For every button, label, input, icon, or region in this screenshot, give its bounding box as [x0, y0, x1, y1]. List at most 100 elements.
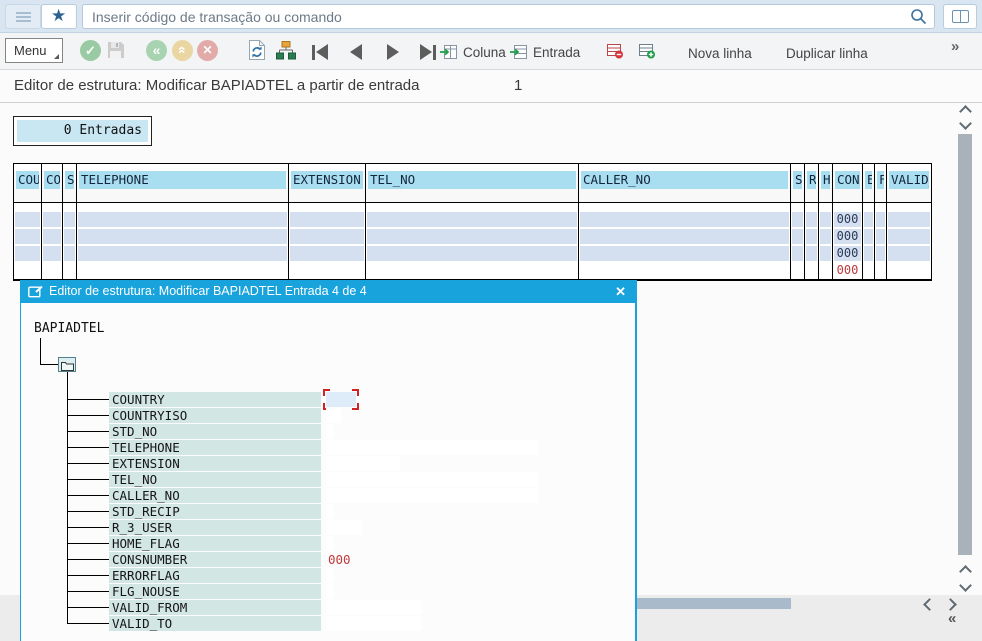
column-header[interactable]: EXTENSION: [289, 171, 365, 203]
first-entry-button[interactable]: [312, 44, 328, 60]
table-cell[interactable]: [290, 212, 364, 227]
field-value-box[interactable]: [326, 440, 538, 455]
table-cell[interactable]: [806, 229, 817, 244]
table-cell[interactable]: [290, 229, 364, 244]
refresh-button[interactable]: [247, 39, 267, 66]
table-cell[interactable]: [64, 246, 75, 261]
back-button[interactable]: «: [146, 40, 167, 61]
field-value-box[interactable]: [326, 456, 400, 471]
field-value[interactable]: 000: [328, 552, 351, 567]
hierarchy-button[interactable]: [276, 41, 296, 65]
table-cell[interactable]: [367, 212, 577, 227]
scroll-up-bottom-icon[interactable]: [959, 565, 972, 578]
field-value-box[interactable]: [326, 584, 333, 599]
table-cell[interactable]: [806, 246, 817, 261]
command-input[interactable]: [82, 4, 935, 29]
table-cell[interactable]: [792, 229, 803, 244]
column-header[interactable]: CO: [42, 171, 62, 203]
field-value-box[interactable]: [326, 488, 538, 503]
table-cell[interactable]: [864, 212, 873, 227]
toolbar-overflow-button[interactable]: »: [951, 38, 959, 55]
table-cell[interactable]: [888, 246, 930, 261]
last-entry-button[interactable]: [420, 44, 436, 60]
save-button[interactable]: [106, 40, 126, 65]
table-cell[interactable]: [367, 263, 577, 278]
table-cell[interactable]: [43, 229, 61, 244]
entry-button[interactable]: Entrada: [510, 42, 580, 62]
table-cell[interactable]: [43, 263, 61, 278]
search-icon[interactable]: [910, 8, 927, 25]
table-cell[interactable]: [367, 246, 577, 261]
field-value-box[interactable]: [326, 472, 538, 487]
delete-row-button[interactable]: [606, 43, 624, 64]
column-header[interactable]: H: [819, 171, 832, 203]
vertical-scrollbar-thumb[interactable]: [958, 134, 972, 555]
menu-button[interactable]: Menu: [5, 38, 63, 63]
field-value-box[interactable]: [326, 504, 333, 519]
next-entry-button[interactable]: [387, 44, 399, 60]
table-cell[interactable]: [792, 212, 803, 227]
table-cell[interactable]: [64, 212, 75, 227]
table-cell[interactable]: 000: [834, 246, 861, 261]
table-cell[interactable]: 000: [834, 212, 861, 227]
favorites-button[interactable]: ★: [41, 4, 77, 29]
exit-button[interactable]: «: [172, 40, 193, 61]
table-cell[interactable]: [15, 246, 40, 261]
column-button[interactable]: Coluna: [440, 42, 506, 62]
column-header[interactable]: TEL_NO: [366, 171, 578, 203]
table-cell[interactable]: [820, 212, 831, 227]
table-cell[interactable]: [876, 212, 885, 227]
table-cell[interactable]: [792, 246, 803, 261]
table-cell[interactable]: [864, 246, 873, 261]
field-value-box[interactable]: [326, 536, 333, 551]
table-cell[interactable]: [864, 263, 873, 278]
table-cell[interactable]: [806, 212, 817, 227]
table-cell[interactable]: [888, 229, 930, 244]
structure-folder-node[interactable]: [58, 357, 76, 372]
table-cell[interactable]: [15, 263, 40, 278]
table-cell[interactable]: 000: [834, 229, 861, 244]
field-value-box[interactable]: [326, 600, 422, 615]
table-cell[interactable]: [15, 212, 40, 227]
table-cell[interactable]: [78, 212, 287, 227]
column-header[interactable]: F: [875, 171, 886, 203]
dialog-title-bar[interactable]: Editor de estrutura: Modificar BAPIADTEL…: [21, 280, 635, 303]
field-value-box[interactable]: [326, 392, 356, 407]
field-value-box[interactable]: [326, 520, 362, 535]
field-value-box[interactable]: [326, 616, 422, 631]
column-header[interactable]: S: [791, 171, 804, 203]
entries-count-box[interactable]: 0 Entradas: [13, 116, 152, 146]
insert-row-button[interactable]: [638, 43, 656, 64]
horizontal-scrollbar-thumb[interactable]: [637, 598, 791, 609]
table-cell[interactable]: [876, 263, 885, 278]
table-cell[interactable]: [580, 246, 789, 261]
table-cell[interactable]: [64, 263, 75, 278]
column-header[interactable]: E: [863, 171, 874, 203]
table-cell[interactable]: [367, 229, 577, 244]
duplicate-line-button[interactable]: Duplicar linha: [786, 46, 868, 61]
table-cell[interactable]: [806, 263, 817, 278]
table-cell[interactable]: [15, 229, 40, 244]
table-cell[interactable]: [78, 246, 287, 261]
column-header[interactable]: TELEPHONE: [77, 171, 288, 203]
menu-list-button[interactable]: [5, 4, 41, 29]
table-cell[interactable]: [792, 263, 803, 278]
new-line-button[interactable]: Nova linha: [688, 46, 752, 61]
cancel-button[interactable]: ✕: [197, 40, 218, 61]
table-cell[interactable]: 000: [834, 263, 861, 278]
column-header[interactable]: S: [63, 171, 76, 203]
scroll-down-icon[interactable]: [959, 117, 972, 130]
table-cell[interactable]: [580, 212, 789, 227]
column-header[interactable]: CALLER_NO: [579, 171, 790, 203]
table-cell[interactable]: [888, 263, 930, 278]
table-cell[interactable]: [820, 229, 831, 244]
table-cell[interactable]: [820, 263, 831, 278]
table-cell[interactable]: [820, 246, 831, 261]
table-cell[interactable]: [580, 263, 789, 278]
table-cell[interactable]: [43, 212, 61, 227]
column-header[interactable]: COU: [14, 171, 41, 203]
collapse-statusbar-button[interactable]: «: [948, 610, 956, 627]
table-cell[interactable]: [78, 229, 287, 244]
column-header[interactable]: R: [805, 171, 818, 203]
table-cell[interactable]: [64, 229, 75, 244]
